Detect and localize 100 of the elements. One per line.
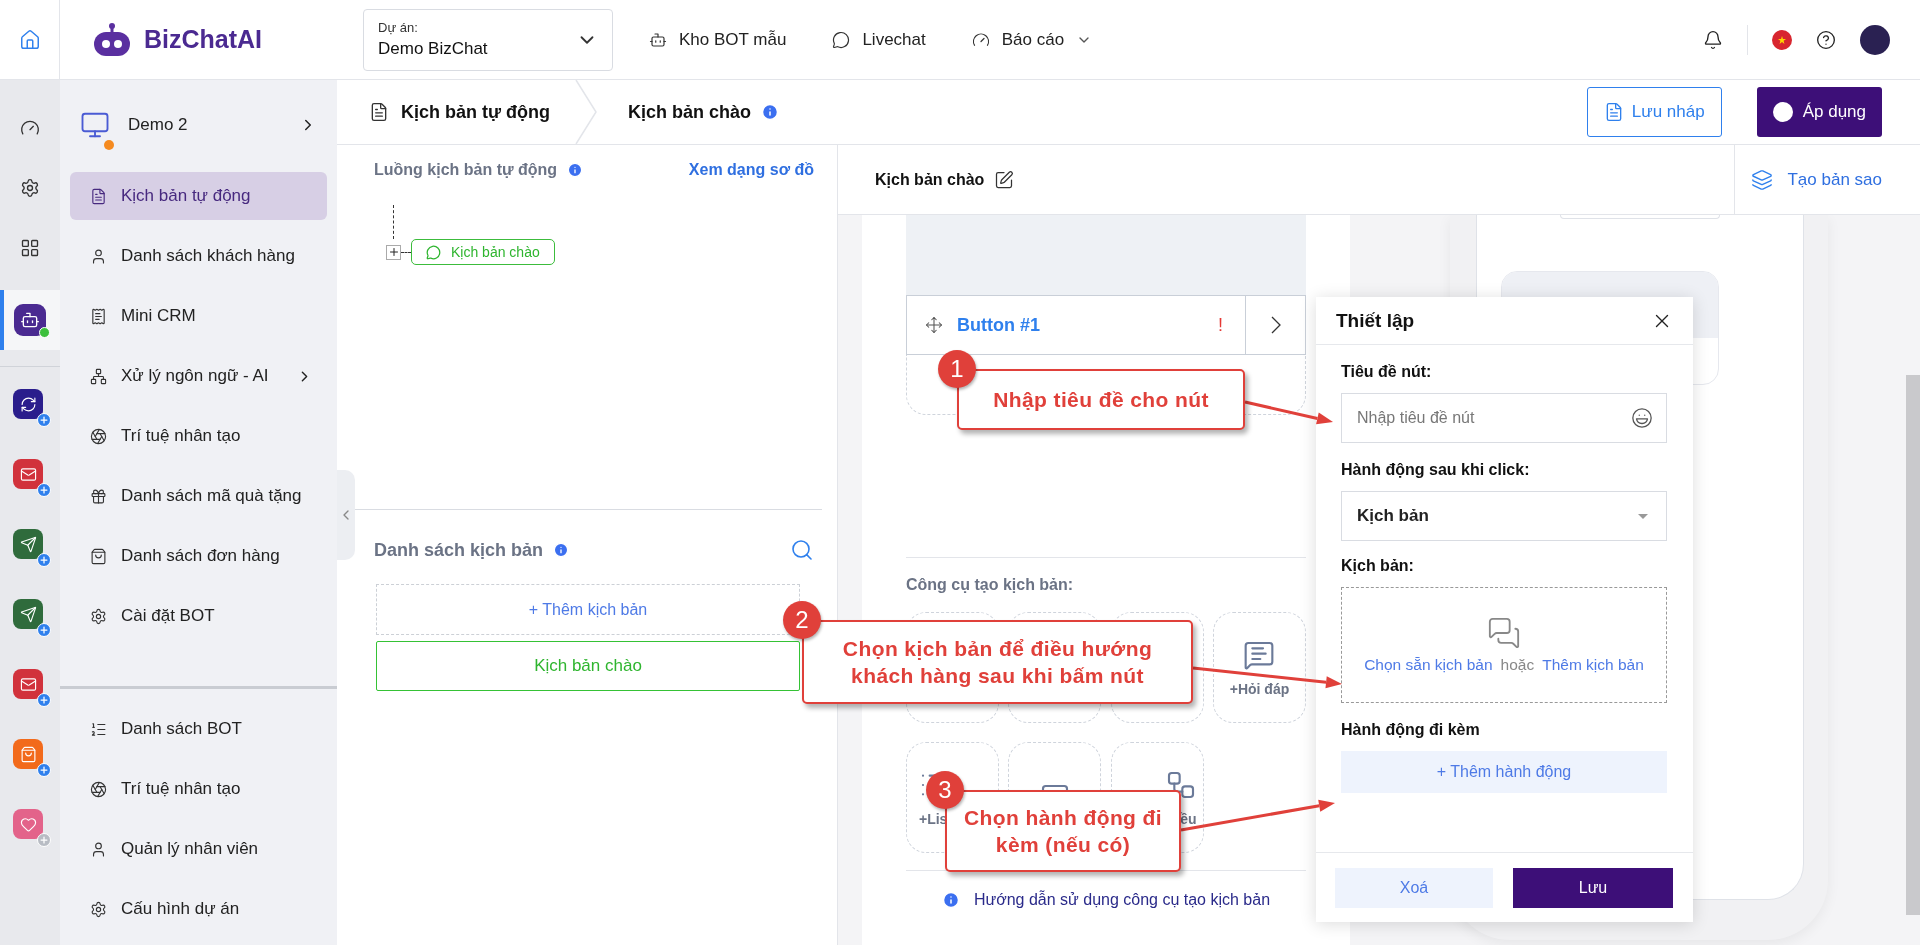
- save-button[interactable]: Lưu: [1513, 867, 1673, 908]
- sidebar-item[interactable]: Danh sách đơn hàng: [70, 532, 327, 580]
- layers-icon: [1751, 168, 1774, 191]
- guide-link[interactable]: Hướng dẫn sử dụng công cụ tạo kịch bản: [973, 891, 1271, 909]
- circle-icon: [1772, 102, 1793, 122]
- flag-icon[interactable]: [1772, 29, 1792, 50]
- help-icon[interactable]: [1816, 29, 1836, 50]
- app-tile[interactable]: [13, 809, 43, 839]
- view-diagram-link[interactable]: Xem dạng sơ đồ: [688, 161, 814, 179]
- action-select[interactable]: Kịch bản: [1341, 491, 1667, 541]
- save-draft-button[interactable]: Lưu nháp: [1586, 87, 1722, 137]
- field-label: Hành động sau khi click:: [1341, 461, 1531, 479]
- refresh-icon: [19, 395, 37, 413]
- warning-mark: !: [1218, 314, 1223, 336]
- home-icon[interactable]: [18, 28, 41, 51]
- rail-item[interactable]: [0, 290, 60, 350]
- breadcrumb-link[interactable]: Kịch bản tự động: [401, 101, 551, 123]
- info-icon: [567, 162, 584, 178]
- nav-link[interactable]: Báo cáo: [961, 29, 1103, 50]
- sidebar-item[interactable]: Cấu hình dự án: [70, 885, 327, 933]
- tools-label: Công cụ tạo kịch bản:: [906, 576, 1075, 594]
- robot-icon: [649, 30, 667, 49]
- sidebar-item[interactable]: Danh sách khách hàng: [70, 232, 327, 280]
- dialog-title: Thiết lập: [1336, 309, 1415, 332]
- settings-icon: [90, 900, 107, 918]
- caret-icon: [1638, 513, 1648, 519]
- apply-button[interactable]: Áp dụng: [1756, 87, 1882, 137]
- project-header[interactable]: Demo 2: [70, 90, 327, 160]
- paper-plane-icon: [19, 605, 37, 623]
- app-tile[interactable]: [13, 459, 43, 489]
- avatar[interactable]: [1860, 24, 1890, 55]
- info-icon: [553, 542, 570, 558]
- app-tile[interactable]: [13, 599, 43, 629]
- bag-icon: [19, 745, 37, 763]
- breadcrumb-current: Kịch bản chào: [628, 101, 752, 123]
- move-icon: [925, 316, 943, 334]
- bag-icon: [90, 547, 107, 565]
- nav-link[interactable]: Livechat: [822, 29, 936, 50]
- search-icon[interactable]: [790, 538, 814, 562]
- mail-icon: [19, 675, 37, 693]
- aperture-icon: [90, 780, 107, 798]
- info-icon: [941, 891, 960, 909]
- title-input-field[interactable]: Nhập tiêu đề nút: [1341, 393, 1667, 443]
- heart-icon: [19, 815, 37, 833]
- section-title: Luồng kịch bản tự động: [374, 161, 558, 179]
- grid-icon: [20, 238, 40, 258]
- expand-toggle[interactable]: [386, 244, 401, 260]
- or-text: hoặc: [1500, 656, 1535, 674]
- nav-link[interactable]: Kho BOT mẫu: [639, 29, 797, 50]
- field-label: Tiêu đề nút:: [1341, 363, 1433, 381]
- sidebar-item[interactable]: Trí tuệ nhân tạo: [70, 765, 327, 813]
- sidebar-item[interactable]: Danh sách BOT: [70, 705, 327, 753]
- list-icon: [90, 720, 107, 738]
- document-icon: [369, 102, 389, 122]
- logo-text: BizChatAI: [144, 25, 263, 54]
- gauge-icon: [971, 30, 990, 49]
- editor-title: Kịch bản chào: [875, 170, 985, 189]
- gift-icon: [90, 487, 107, 505]
- scrollbar-thumb[interactable]: [1906, 375, 1920, 915]
- delete-button[interactable]: Xoá: [1335, 867, 1493, 908]
- app-tile[interactable]: [13, 389, 43, 419]
- section-title: Danh sách kịch bản: [374, 539, 544, 561]
- user-icon: [90, 840, 107, 858]
- paper-plane-icon: [19, 535, 37, 553]
- settings-icon: [20, 178, 40, 198]
- add-script-link[interactable]: Thêm kịch bản: [1542, 656, 1644, 674]
- chat-bubbles-icon: [1487, 616, 1521, 650]
- add-action-button[interactable]: + Thêm hành động: [1341, 751, 1667, 793]
- collapse-handle[interactable]: [337, 470, 355, 560]
- edit-icon[interactable]: [994, 169, 1015, 190]
- info-icon: [761, 103, 780, 121]
- sidebar-item[interactable]: Mini CRM: [70, 292, 327, 340]
- sidebar-item[interactable]: Danh sách mã quà tặng: [70, 472, 327, 520]
- monitor-icon: [80, 110, 110, 140]
- bell-icon[interactable]: [1703, 29, 1723, 50]
- app-tile[interactable]: [13, 739, 43, 769]
- chat-icon: [832, 30, 851, 49]
- chat-icon: [426, 244, 441, 260]
- sidebar-item[interactable]: Quản lý nhân viên: [70, 825, 327, 873]
- sidebar-item[interactable]: Kịch bản tự động: [70, 172, 327, 220]
- aperture-icon: [90, 427, 107, 445]
- field-label: Kịch bản:: [1341, 557, 1415, 575]
- document-icon: [90, 187, 107, 205]
- project-select[interactable]: Dự án: Demo BizChat: [363, 8, 613, 71]
- app-tile[interactable]: [13, 669, 43, 699]
- plus-icon: [387, 246, 400, 258]
- robot-icon: [20, 310, 40, 330]
- emoji-icon[interactable]: [1631, 407, 1653, 429]
- app-tile[interactable]: [13, 529, 43, 559]
- tool-tile[interactable]: +Hỏi đáp: [1213, 612, 1306, 723]
- network-icon: [90, 367, 107, 385]
- sidebar-item[interactable]: Xử lý ngôn ngữ - AI: [70, 352, 327, 400]
- user-icon: [90, 247, 107, 265]
- pick-script-link[interactable]: Chọn sẵn kịch bản: [1364, 656, 1493, 674]
- mail-icon: [19, 465, 37, 483]
- status-dot: [39, 327, 50, 338]
- receipt-icon: [90, 307, 107, 325]
- sidebar-item[interactable]: Trí tuệ nhân tạo: [70, 412, 327, 460]
- duplicate-link[interactable]: Tạo bản sao: [1735, 168, 1920, 191]
- sidebar-item[interactable]: Cài đặt BOT: [70, 592, 327, 640]
